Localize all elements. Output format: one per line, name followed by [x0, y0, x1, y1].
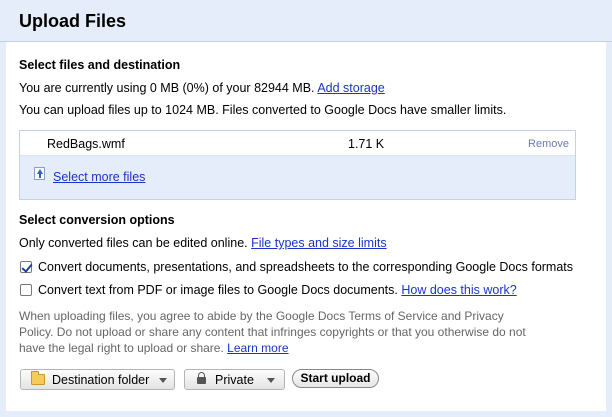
convert-ocr-checkbox[interactable]: [20, 284, 32, 296]
file-name: RedBags.wmf: [47, 137, 125, 151]
files-section-heading: Select files and destination: [19, 58, 181, 72]
chevron-down-icon: [159, 378, 167, 383]
privacy-dropdown[interactable]: Private: [184, 369, 285, 390]
convert-ocr-line: Convert text from PDF or image files to …: [38, 283, 517, 297]
file-row: RedBags.wmf 1.71 K Remove: [20, 131, 575, 156]
select-more-files-link[interactable]: Select more files: [53, 170, 145, 184]
terms-notice: When uploading files, you agree to abide…: [19, 308, 539, 356]
storage-usage-text: You are currently using 0 MB (0%) of you…: [19, 81, 315, 95]
privacy-label: Private: [215, 373, 254, 387]
dialog-frame-bottom: [0, 411, 612, 417]
dialog-title: Upload Files: [19, 11, 127, 31]
remove-file-link[interactable]: Remove: [528, 138, 569, 150]
file-list-box: RedBags.wmf 1.71 K Remove Select more fi…: [19, 130, 576, 200]
lock-icon: [197, 372, 206, 384]
file-types-link[interactable]: File types and size limits: [251, 236, 386, 250]
convert-ocr-label: Convert text from PDF or image files to …: [38, 283, 398, 297]
conversion-section-heading: Select conversion options: [19, 213, 175, 227]
destination-folder-button[interactable]: Destination folder: [20, 369, 175, 390]
upload-icon: [34, 167, 45, 180]
dialog-frame-right: [606, 42, 612, 417]
conversion-info-text: Only converted files can be edited onlin…: [19, 236, 248, 250]
learn-more-link[interactable]: Learn more: [227, 341, 288, 355]
dialog-titlebar: Upload Files: [0, 0, 612, 42]
destination-folder-label: Destination folder: [52, 373, 150, 387]
upload-limit-text: You can upload files up to 1024 MB. File…: [19, 103, 507, 117]
upload-files-dialog: Upload Files Select files and destinatio…: [0, 0, 612, 417]
file-size: 1.71 K: [348, 137, 385, 151]
dialog-frame-left: [0, 42, 6, 417]
how-does-this-work-link[interactable]: How does this work?: [401, 283, 516, 297]
convert-docs-label: Convert documents, presentations, and sp…: [38, 260, 574, 274]
add-storage-link[interactable]: Add storage: [317, 81, 384, 95]
convert-docs-checkbox[interactable]: [20, 261, 32, 273]
conversion-info-line: Only converted files can be edited onlin…: [19, 236, 387, 250]
storage-usage-line: You are currently using 0 MB (0%) of you…: [19, 81, 385, 95]
start-upload-button[interactable]: Start upload: [292, 369, 379, 388]
chevron-down-icon: [267, 378, 275, 383]
folder-icon: [31, 371, 45, 385]
